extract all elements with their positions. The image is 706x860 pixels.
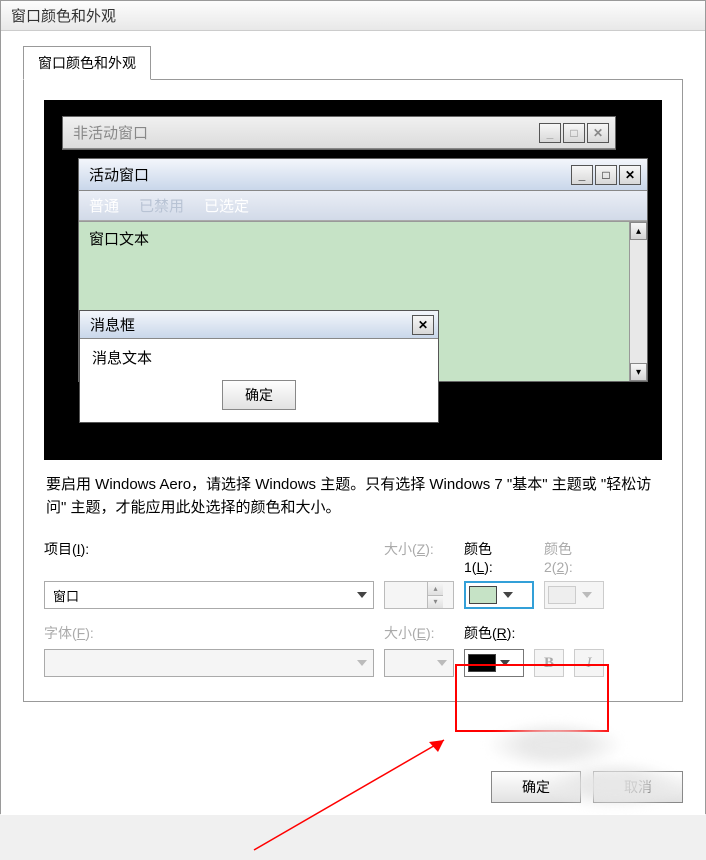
preview-window-text: 窗口文本 bbox=[79, 222, 647, 255]
label-color2: 颜色 2(2): bbox=[544, 539, 604, 575]
label-font: 字体(F): bbox=[44, 623, 374, 643]
menu-selected: 已选定 bbox=[204, 195, 249, 216]
color-r-picker[interactable] bbox=[464, 649, 524, 677]
spinner-up-icon[interactable]: ▴ bbox=[428, 582, 443, 595]
arrow-annotation bbox=[224, 730, 464, 860]
preview-active-window: 活动窗口 _ □ ✕ 普通 已禁用 已选定 bbox=[78, 158, 648, 382]
color2-picker bbox=[544, 581, 604, 609]
chevron-down-icon bbox=[357, 660, 367, 666]
maximize-icon: □ bbox=[595, 165, 617, 185]
ok-button[interactable]: 确定 bbox=[491, 771, 581, 803]
active-titlebar: 活动窗口 _ □ ✕ bbox=[79, 159, 647, 191]
msgbox-title-text: 消息框 bbox=[90, 314, 412, 335]
menu-normal: 普通 bbox=[89, 195, 119, 216]
preview-msgbox: 消息框 ✕ 消息文本 确定 bbox=[79, 310, 439, 423]
italic-button: I bbox=[574, 649, 604, 677]
chevron-down-icon bbox=[357, 592, 367, 598]
info-text: 要启用 Windows Aero，请选择 Windows 主题。只有选择 Win… bbox=[46, 474, 660, 519]
color2-swatch bbox=[548, 586, 576, 604]
minimize-icon: _ bbox=[539, 123, 561, 143]
scroll-down-icon: ▾ bbox=[630, 363, 647, 381]
outer-window: 窗口颜色和外观 窗口颜色和外观 非活动窗口 _ □ ✕ bbox=[0, 0, 706, 814]
label-color-r: 颜色(R): bbox=[464, 623, 534, 643]
bold-button: B bbox=[534, 649, 564, 677]
active-title-text: 活动窗口 bbox=[89, 164, 571, 185]
scroll-up-icon: ▴ bbox=[630, 222, 647, 240]
spinner-down-icon[interactable]: ▾ bbox=[428, 595, 443, 609]
msgbox-text: 消息文本 bbox=[80, 339, 438, 380]
tab-appearance[interactable]: 窗口颜色和外观 bbox=[23, 46, 151, 80]
preview-client: 窗口文本 ▴ ▾ 消息框 ✕ 消息文本 bbox=[79, 221, 647, 381]
close-icon: ✕ bbox=[619, 165, 641, 185]
inactive-titlebar: 非活动窗口 _ □ ✕ bbox=[63, 117, 615, 149]
color1-picker[interactable] bbox=[464, 581, 534, 609]
color-r-swatch bbox=[468, 654, 496, 672]
window-titlebar: 窗口颜色和外观 bbox=[1, 1, 705, 31]
cancel-button[interactable]: 取消 bbox=[593, 771, 683, 803]
preview-scrollbar: ▴ ▾ bbox=[629, 222, 647, 381]
label-item: 项目(I): bbox=[44, 539, 374, 575]
preview-inactive-window: 非活动窗口 _ □ ✕ bbox=[62, 116, 616, 150]
item-dropdown[interactable]: 窗口 bbox=[44, 581, 374, 609]
label-size: 大小(Z): bbox=[384, 539, 454, 575]
tab-body: 非活动窗口 _ □ ✕ 活动窗口 _ bbox=[23, 79, 683, 702]
msgbox-ok-button: 确定 bbox=[222, 380, 296, 410]
close-icon: ✕ bbox=[587, 123, 609, 143]
size2-dropdown bbox=[384, 649, 454, 677]
close-icon: ✕ bbox=[412, 315, 434, 335]
content-area: 窗口颜色和外观 非活动窗口 _ □ ✕ bbox=[1, 31, 705, 815]
inactive-title-text: 非活动窗口 bbox=[73, 122, 539, 143]
preview-menubar: 普通 已禁用 已选定 bbox=[79, 191, 647, 221]
menu-disabled: 已禁用 bbox=[139, 195, 184, 216]
chevron-down-icon bbox=[582, 592, 592, 598]
smudge-overlay bbox=[485, 720, 625, 770]
label-size2: 大小(E): bbox=[384, 623, 454, 643]
maximize-icon: □ bbox=[563, 123, 585, 143]
size-spinner-value bbox=[385, 582, 427, 608]
size-spinner[interactable]: ▴ ▾ bbox=[384, 581, 454, 609]
chevron-down-icon bbox=[503, 592, 513, 598]
preview-area: 非活动窗口 _ □ ✕ 活动窗口 _ bbox=[44, 100, 662, 460]
msgbox-titlebar: 消息框 ✕ bbox=[80, 311, 438, 339]
font-dropdown bbox=[44, 649, 374, 677]
chevron-down-icon bbox=[500, 660, 510, 666]
minimize-icon: _ bbox=[571, 165, 593, 185]
color1-swatch bbox=[469, 586, 497, 604]
label-color1: 颜色 1(L): bbox=[464, 539, 534, 575]
item-dropdown-value: 窗口 bbox=[53, 586, 79, 605]
chevron-down-icon bbox=[437, 660, 447, 666]
